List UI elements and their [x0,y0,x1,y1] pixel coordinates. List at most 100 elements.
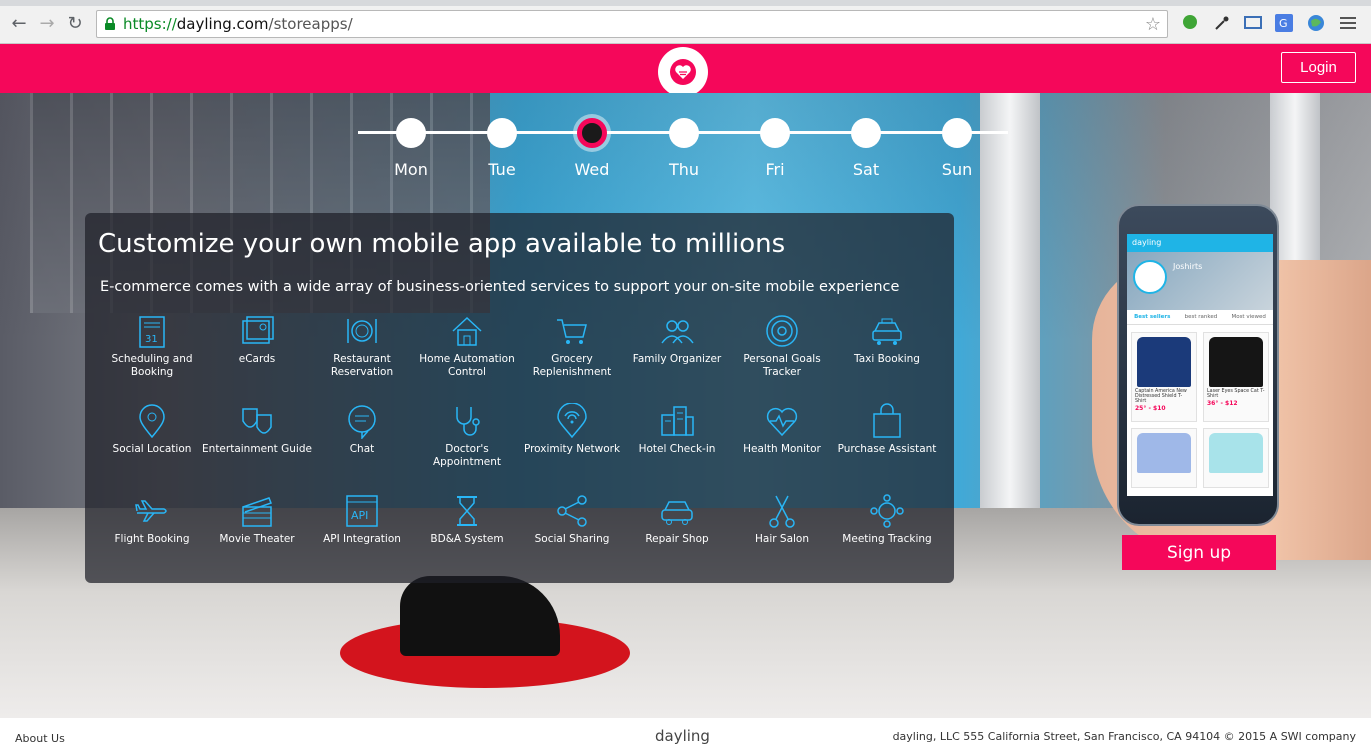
tshirt-image [1137,337,1191,387]
service-health[interactable]: Health Monitor [727,403,837,456]
day-label-fri: Fri [765,160,785,179]
day-label-sat: Sat [852,160,880,179]
forward-icon[interactable]: → [34,10,60,36]
day-label-sun: Sun [941,160,973,179]
location-pin-icon [139,404,165,439]
scissors-icon [769,495,795,528]
clapperboard-icon [242,497,272,527]
service-proximity[interactable]: Proximity Network [517,403,627,456]
service-entertainment[interactable]: Entertainment Guide [202,403,312,456]
signup-button[interactable]: Sign up [1122,535,1276,570]
address-bar[interactable]: https://dayling.com/storeapps/ ☆ [96,10,1168,38]
phone-mockup: dayling Joshirts Best sellers best ranke… [1117,204,1279,526]
service-social-location[interactable]: Social Location [97,403,207,456]
service-taxi[interactable]: Taxi Booking [832,313,942,366]
phone-tab-best-sellers: Best sellers [1134,314,1171,320]
extension-green-icon[interactable] [1180,13,1200,33]
login-button[interactable]: Login [1281,52,1356,83]
service-bda[interactable]: BD&A System [412,493,522,546]
day-dot-fri[interactable] [760,118,790,148]
day-label-mon: Mon [394,160,428,179]
menu-icon[interactable] [1338,13,1358,33]
site-footer: About Us dayling dayling, LLC 555 Califo… [0,718,1371,749]
family-icon [661,320,694,344]
target-icon [766,315,798,347]
service-restaurant[interactable]: Restaurant Reservation [307,313,417,379]
cast-icon[interactable] [1243,13,1263,33]
globe-icon[interactable] [1306,13,1326,33]
service-family[interactable]: Family Organizer [622,313,732,366]
product-title: Captain America New Distressed Shield T-… [1135,389,1187,404]
tab-strip[interactable] [0,0,1371,6]
mall-pillar [980,93,1040,573]
translate-icon[interactable]: G [1274,13,1294,33]
day-label-tue: Tue [488,160,516,179]
service-movie[interactable]: Movie Theater [202,493,312,546]
chat-icon [348,405,376,439]
service-purchase[interactable]: Purchase Assistant [832,403,942,456]
taxi-icon [872,318,902,345]
back-icon[interactable]: ← [6,10,32,36]
hotel-icon [661,406,694,436]
house-icon [452,316,482,346]
service-flight[interactable]: Flight Booking [97,493,207,546]
service-goals[interactable]: Personal Goals Tracker [727,313,837,379]
cart-icon [557,319,587,344]
panel-subheadline: E-commerce comes with a wide array of bu… [100,279,900,295]
phone-tab-best-ranked: best ranked [1184,314,1218,320]
day-label-thu: Thu [668,160,700,179]
service-ecards[interactable]: eCards [202,313,312,366]
service-hair-salon[interactable]: Hair Salon [727,493,837,546]
calendar-icon: 31 [139,316,165,348]
day-dot-thu[interactable] [669,118,699,148]
api-icon: API [346,495,378,527]
hourglass-icon [457,496,477,526]
product-title: Laser Eyes Space Cat T-Shirt [1207,389,1265,399]
about-us-link[interactable]: About Us [15,732,65,745]
product-price: 36° - $12 [1207,400,1238,407]
shopping-bag-icon [873,403,901,438]
phone-tab-most-viewed: Most viewed [1231,314,1266,320]
heart-logo-icon [670,59,696,85]
day-dot-sat[interactable] [851,118,881,148]
bookmark-star-icon[interactable]: ☆ [1145,14,1161,35]
footer-brand: dayling [655,727,710,745]
day-dot-wed[interactable] [577,118,607,148]
url-text: https://dayling.com/storeapps/ [123,15,353,33]
product-card [1203,428,1269,488]
footer-address: dayling, LLC 555 California Street, San … [892,730,1356,743]
svg-text:API: API [351,509,368,522]
product-card: Captain America New Distressed Shield T-… [1131,332,1197,422]
service-home-automation[interactable]: Home Automation Control [412,313,522,379]
service-doctor[interactable]: Doctor's Appointment [412,403,522,469]
service-meeting[interactable]: Meeting Tracking [832,493,942,546]
car-icon [661,501,693,525]
tshirt-image [1209,433,1263,473]
reload-icon[interactable]: ↻ [62,10,88,36]
service-hotel[interactable]: Hotel Check-in [622,403,732,456]
svg-text:G: G [1279,17,1288,30]
service-chat[interactable]: Chat [307,403,417,456]
service-scheduling[interactable]: 31 Scheduling and Booking [97,313,207,379]
services-panel: Customize your own mobile app available … [85,213,954,583]
tshirt-image [1137,433,1191,473]
service-social-sharing[interactable]: Social Sharing [517,493,627,546]
meeting-icon [870,494,904,528]
service-api[interactable]: API API Integration [307,493,417,546]
store-name: Joshirts [1173,262,1203,271]
store-avatar [1133,260,1167,294]
airplane-icon [135,500,167,522]
product-card [1131,428,1197,488]
browser-toolbar: ← → ↻ https://dayling.com/storeapps/ ☆ G [0,0,1371,44]
grand-piano [400,576,560,656]
lock-icon [105,17,115,30]
day-dot-tue[interactable] [487,118,517,148]
day-dot-mon[interactable] [396,118,426,148]
service-grocery[interactable]: Grocery Replenishment [517,313,627,379]
eyedropper-icon[interactable] [1212,13,1232,33]
service-repair[interactable]: Repair Shop [622,493,732,546]
share-icon [557,495,587,527]
dayling-logo[interactable] [658,47,708,97]
day-dot-sun[interactable] [942,118,972,148]
product-card: Laser Eyes Space Cat T-Shirt 36° - $12 [1203,332,1269,422]
